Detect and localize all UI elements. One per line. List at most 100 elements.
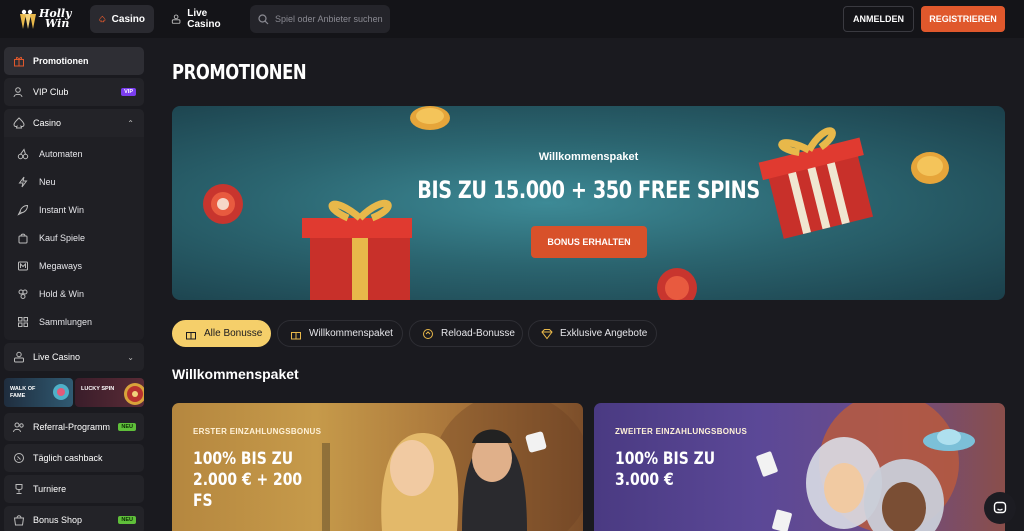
sidebar-item-label: Automaten xyxy=(39,149,83,159)
sidebar-item-live-casino[interactable]: Live Casino ⌄ xyxy=(4,343,144,371)
card-title-line1: 100% BIS ZU xyxy=(615,449,716,469)
lucky-spin-label: LUCKY SPIN xyxy=(81,386,115,392)
diamond-icon xyxy=(541,328,553,339)
sidebar-item-bonus-shop[interactable]: Bonus Shop NEU xyxy=(4,506,144,531)
chevron-down-icon[interactable]: ⌄ xyxy=(127,353,134,362)
sidebar-item-label: Promotionen xyxy=(33,56,89,66)
tab-casino-label: Casino xyxy=(111,13,145,25)
new-badge: NEU xyxy=(118,423,136,431)
sidebar-item-label: Neu xyxy=(39,177,56,187)
filter-exclusive-offers[interactable]: Exklusive Angebote xyxy=(528,320,657,347)
chevron-up-icon[interactable]: ⌃ xyxy=(127,119,134,128)
promo-tiles: WALK OF FAME LUCKY SPIN xyxy=(4,378,144,407)
medal-icon xyxy=(53,384,69,400)
card-title-line2: 2.000 € + 200 FS xyxy=(193,470,303,511)
sidebar-item-kauf-spiele[interactable]: Kauf Spiele xyxy=(4,225,144,251)
vip-badge: VIP xyxy=(121,88,136,96)
get-bonus-button[interactable]: BONUS ERHALTEN xyxy=(531,226,647,258)
sidebar-item-instant-win[interactable]: Instant Win xyxy=(4,197,144,223)
megaways-icon xyxy=(18,261,28,271)
sidebar-item-label: Megaways xyxy=(39,261,83,271)
sidebar-item-label: Instant Win xyxy=(39,205,85,215)
sidebar-item-promotions[interactable]: Promotionen xyxy=(4,47,144,75)
card-kicker: ERSTER EINZAHLUNGSBONUS xyxy=(193,427,322,436)
sidebar-item-label: Turniere xyxy=(33,484,67,494)
sidebar-item-casino[interactable]: Casino ⌃ xyxy=(4,109,144,137)
dealer-icon xyxy=(171,14,181,24)
brand-logo[interactable]: Holly Win xyxy=(18,4,76,34)
filter-reload-bonuses[interactable]: Reload-Bonusse xyxy=(409,320,523,347)
rocket-icon xyxy=(17,204,29,216)
sidebar-item-label: Bonus Shop xyxy=(33,515,83,525)
gift-box-icon xyxy=(291,331,301,339)
new-badge: NEU xyxy=(118,516,136,524)
coins-icon xyxy=(18,289,28,299)
tab-casino[interactable]: Casino xyxy=(90,5,154,33)
sidebar-item-label: Referral-Programm xyxy=(33,422,111,432)
cherry-icon xyxy=(17,148,29,160)
trophy-icon xyxy=(15,484,23,494)
sidebar-item-neu[interactable]: Neu xyxy=(4,169,144,195)
register-button[interactable]: REGISTRIEREN xyxy=(921,6,1005,32)
wheel-icon xyxy=(124,383,144,405)
search-box[interactable] xyxy=(250,5,390,33)
sidebar-item-megaways[interactable]: Megaways xyxy=(4,253,144,279)
card-title-line1: 100% BIS ZU xyxy=(193,449,294,469)
card-title: 100% BIS ZU 2.000 € + 200 FS xyxy=(193,449,324,512)
user-vip-icon xyxy=(13,87,23,98)
hero-banner: Willkommenspaket BIS ZU 15.000 + 350 FRE… xyxy=(172,106,1005,300)
hero-subtitle: Willkommenspaket xyxy=(538,151,639,163)
users-icon xyxy=(13,422,24,433)
spade-icon xyxy=(99,15,106,23)
tab-live-casino-label: Live Casino xyxy=(187,8,221,30)
filter-all-bonuses[interactable]: Alle Bonusse xyxy=(172,320,271,347)
sidebar-item-hold-win[interactable]: Hold & Win xyxy=(4,281,144,307)
bonus-card[interactable]: ZWEITER EINZAHLUNGSBONUS 100% BIS ZU 3.0… xyxy=(594,403,1005,531)
sidebar-item-label: Kauf Spiele xyxy=(39,233,86,243)
lucky-spin-tile[interactable]: LUCKY SPIN xyxy=(75,378,144,407)
bag-icon xyxy=(18,233,28,244)
search-input[interactable] xyxy=(275,14,387,24)
login-button[interactable]: ANMELDEN xyxy=(843,6,914,32)
sidebar-item-automaten[interactable]: Automaten xyxy=(4,141,144,167)
walk-of-fame-label: WALK OF FAME xyxy=(10,386,36,399)
shop-icon xyxy=(13,515,25,526)
grid-icon xyxy=(18,317,28,327)
search-icon xyxy=(258,13,269,24)
sidebar-item-sammlungen[interactable]: Sammlungen xyxy=(4,309,144,335)
sidebar-item-vip-club[interactable]: VIP Club VIP xyxy=(4,78,144,106)
gift-icon xyxy=(14,56,24,67)
sidebar: Promotionen VIP Club VIP Casino ⌃ Automa… xyxy=(4,44,146,531)
logo-text-line2: Win xyxy=(45,17,70,30)
filter-label: Willkommenspaket xyxy=(309,328,393,339)
sidebar-item-label: Hold & Win xyxy=(39,289,85,299)
walk-of-fame-tile[interactable]: WALK OF FAME xyxy=(4,378,73,407)
bonus-card[interactable]: ERSTER EINZAHLUNGSBONUS 100% BIS ZU 2.00… xyxy=(172,403,583,531)
sidebar-item-label: Live Casino xyxy=(33,352,81,362)
reload-icon xyxy=(423,328,433,339)
filter-label: Exklusive Angebote xyxy=(560,328,648,339)
sidebar-item-referral[interactable]: Referral-Programm NEU xyxy=(4,413,144,441)
chat-button[interactable] xyxy=(984,492,1016,524)
cashback-icon xyxy=(14,453,24,463)
hero-title: BIS ZU 15.000 + 350 FREE SPINS xyxy=(417,176,760,204)
tab-live-casino[interactable]: Live Casino xyxy=(162,5,244,33)
sidebar-item-label: VIP Club xyxy=(33,87,69,97)
card-kicker: ZWEITER EINZAHLUNGSBONUS xyxy=(615,427,748,436)
gift-icon xyxy=(186,331,196,339)
dealer-icon xyxy=(14,351,24,363)
chat-icon xyxy=(993,501,1007,514)
card-title-line2: 3.000 € xyxy=(615,470,674,490)
sidebar-item-label: Sammlungen xyxy=(39,317,93,327)
top-header: Holly Win Casino Live Casino ANMELDEN RE… xyxy=(0,0,1024,38)
sidebar-item-label: Täglich cashback xyxy=(33,453,103,463)
filter-welcome-package[interactable]: Willkommenspaket xyxy=(277,320,403,347)
card-title: 100% BIS ZU 3.000 € xyxy=(615,449,746,491)
logo-mark-icon xyxy=(20,9,36,29)
sidebar-item-label: Casino xyxy=(33,118,62,128)
filter-label: Alle Bonusse xyxy=(204,328,263,339)
lightning-icon xyxy=(18,176,28,188)
spade-icon xyxy=(13,117,25,129)
sidebar-item-tournaments[interactable]: Turniere xyxy=(4,475,144,503)
sidebar-item-cashback[interactable]: Täglich cashback xyxy=(4,444,144,472)
